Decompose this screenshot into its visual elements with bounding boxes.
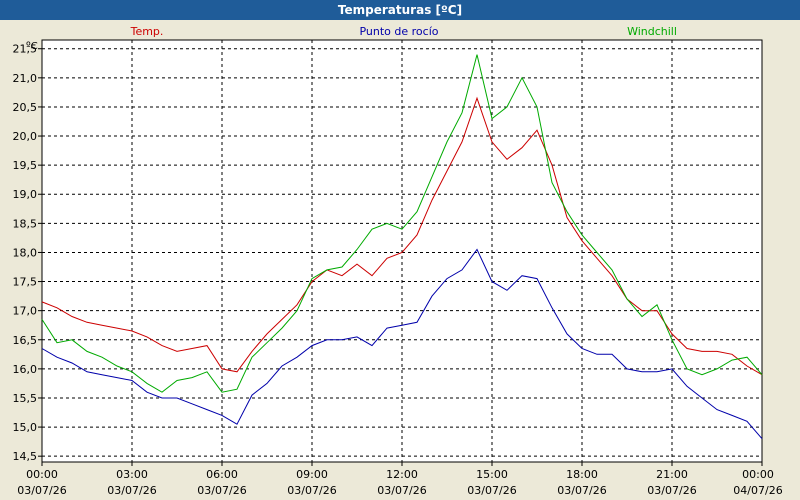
- x-tick-date: 03/07/26: [17, 484, 66, 497]
- y-tick-label: 21,0: [13, 72, 38, 85]
- x-tick-time: 06:00: [206, 468, 238, 481]
- chart-window: Temperaturas [ºC] 14,5 15,0 15,5 16,0 16,5 17…: [0, 0, 800, 500]
- y-tick-label: 20,5: [13, 101, 38, 114]
- x-tick-date: 03/07/26: [647, 484, 696, 497]
- x-tick-time: 18:00: [566, 468, 598, 481]
- temperature-chart: 14,5 15,0 15,5 16,0 16,5 17,0 17,5 18,0 18,5 19,0…: [13, 25, 783, 497]
- y-tick-label: 19,0: [13, 188, 38, 201]
- x-tick-date: 03/07/26: [467, 484, 516, 497]
- x-tick-time: 00:00: [742, 468, 774, 481]
- y-tick-label: 18,5: [13, 217, 38, 230]
- x-tick-time: 21:00: [656, 468, 688, 481]
- y-tick-label: 18,0: [13, 246, 38, 259]
- x-tick-time: 12:00: [386, 468, 418, 481]
- y-tick-label: 14,5: [13, 450, 38, 463]
- x-tick-date: 04/07/26: [733, 484, 782, 497]
- x-tick-date: 03/07/26: [287, 484, 336, 497]
- y-tick-label: 15,0: [13, 421, 38, 434]
- y-tick-label: 17,0: [13, 305, 38, 318]
- x-tick-date: 03/07/26: [197, 484, 246, 497]
- y-tick-label: 19,5: [13, 159, 38, 172]
- legend-temp: Temp.: [130, 25, 164, 38]
- x-tick-date: 03/07/26: [107, 484, 156, 497]
- x-tick-time: 03:00: [116, 468, 148, 481]
- y-axis-labels: 14,5 15,0 15,5 16,0 16,5 17,0 17,5 18,0 18,5 19,0…: [13, 43, 38, 463]
- legend-windchill: Windchill: [627, 25, 677, 38]
- x-tick-time: 00:00: [26, 468, 58, 481]
- x-tick-date: 03/07/26: [557, 484, 606, 497]
- x-axis-labels: 00:00 03/07/26 03:00 03/07/26 06:00 03/07/26 0…: [17, 468, 782, 497]
- y-axis-unit: ºC: [26, 41, 38, 52]
- legend-dewpoint: Punto de rocío: [359, 25, 438, 38]
- y-tick-label: 16,5: [13, 334, 38, 347]
- y-tick-label: 16,0: [13, 363, 38, 376]
- x-tick-date: 03/07/26: [377, 484, 426, 497]
- y-tick-label: 15,5: [13, 392, 38, 405]
- y-tick-label: 20,0: [13, 130, 38, 143]
- x-tick-time: 15:00: [476, 468, 508, 481]
- x-tick-time: 09:00: [296, 468, 328, 481]
- y-tick-label: 17,5: [13, 276, 38, 289]
